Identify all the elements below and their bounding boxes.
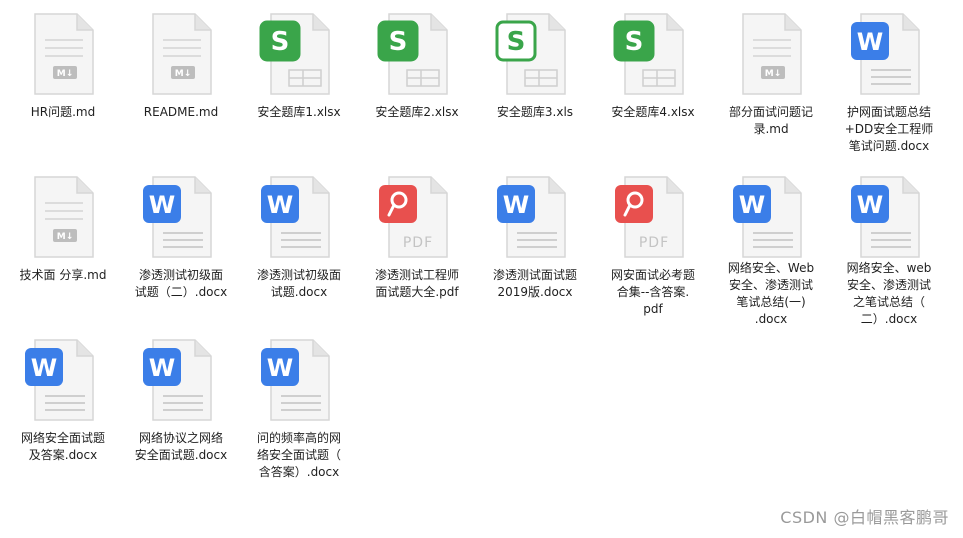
- file-item[interactable]: M↓ HR问题.md: [4, 0, 122, 165]
- file-item[interactable]: W 网络安全、web 安全、渗透测试 之笔试总结（ 二）.docx: [830, 163, 948, 328]
- spreadsheet-file-icon: S: [495, 10, 575, 98]
- svg-text:PDF: PDF: [403, 235, 433, 251]
- svg-text:W: W: [739, 191, 765, 219]
- file-item[interactable]: S 安全题库2.xlsx: [358, 0, 476, 165]
- file-name: 网安面试必考题 合集--含答案. pdf: [610, 268, 695, 316]
- file-item[interactable]: W 护网面试题总结 +DD安全工程师 笔试问题.docx: [830, 0, 948, 165]
- svg-text:S: S: [389, 27, 408, 57]
- file-item[interactable]: W 网络安全、Web 安全、渗透测试 笔试总结(一) .docx: [712, 163, 830, 328]
- file-name: 渗透测试面试题 2019版.docx: [492, 268, 577, 299]
- watermark: CSDN @白帽黑客鹏哥: [780, 508, 949, 527]
- word-file-icon: W: [141, 173, 221, 261]
- svg-text:M↓: M↓: [765, 69, 782, 79]
- file-name: 问的频率高的网 络安全面试题（ 含答案）.docx: [256, 431, 341, 479]
- file-name: 安全题库2.xlsx: [375, 105, 459, 119]
- file-item[interactable]: W 网络安全面试题 及答案.docx: [4, 326, 122, 491]
- file-grid: M↓ HR问题.md M↓ README.md S 安全题库1.xlsx S 安全题…: [0, 0, 963, 538]
- file-name: 网络安全、web 安全、渗透测试 之笔试总结（ 二）.docx: [846, 261, 932, 326]
- file-name: HR问题.md: [30, 105, 96, 119]
- svg-text:W: W: [857, 28, 883, 56]
- file-item[interactable]: W 问的频率高的网 络安全面试题（ 含答案）.docx: [240, 326, 358, 491]
- word-file-icon: W: [849, 173, 929, 258]
- svg-text:S: S: [507, 27, 526, 57]
- svg-text:M↓: M↓: [57, 69, 74, 79]
- svg-text:W: W: [267, 191, 293, 219]
- svg-text:W: W: [857, 191, 883, 219]
- svg-text:W: W: [267, 354, 293, 382]
- file-item[interactable]: S 安全题库1.xlsx: [240, 0, 358, 165]
- markdown-file-icon: M↓: [141, 10, 221, 98]
- file-item[interactable]: M↓ 技术面 分享.md: [4, 163, 122, 328]
- file-item[interactable]: W 渗透测试面试题 2019版.docx: [476, 163, 594, 328]
- file-name: 渗透测试初级面 试题（二）.docx: [134, 268, 228, 299]
- file-name: 部分面试问题记 录.md: [728, 105, 813, 136]
- svg-text:M↓: M↓: [175, 69, 192, 79]
- file-name: 技术面 分享.md: [19, 268, 107, 282]
- file-item[interactable]: W 网络协议之网络 安全面试题.docx: [122, 326, 240, 491]
- svg-text:W: W: [503, 191, 529, 219]
- word-file-icon: W: [495, 173, 575, 261]
- svg-text:M↓: M↓: [57, 232, 74, 242]
- spreadsheet-file-icon: S: [613, 10, 693, 98]
- file-item[interactable]: PDF 渗透测试工程师 面试题大全.pdf: [358, 163, 476, 328]
- word-file-icon: W: [23, 336, 103, 424]
- file-name: 安全题库3.xls: [496, 105, 574, 119]
- word-file-icon: W: [259, 173, 339, 261]
- markdown-file-icon: M↓: [23, 173, 103, 261]
- file-item[interactable]: PDF 网安面试必考题 合集--含答案. pdf: [594, 163, 712, 328]
- file-name: 安全题库4.xlsx: [611, 105, 695, 119]
- pdf-file-icon: PDF: [613, 173, 693, 261]
- file-item[interactable]: S 安全题库3.xls: [476, 0, 594, 165]
- file-item[interactable]: M↓ 部分面试问题记 录.md: [712, 0, 830, 165]
- word-file-icon: W: [141, 336, 221, 424]
- svg-text:W: W: [149, 191, 175, 219]
- spreadsheet-file-icon: S: [259, 10, 339, 98]
- svg-text:S: S: [625, 27, 644, 57]
- file-item[interactable]: W 渗透测试初级面 试题（二）.docx: [122, 163, 240, 328]
- file-item[interactable]: S 安全题库4.xlsx: [594, 0, 712, 165]
- svg-text:W: W: [31, 354, 57, 382]
- markdown-file-icon: M↓: [731, 10, 811, 98]
- file-name: 网络安全面试题 及答案.docx: [20, 431, 105, 462]
- file-name: 网络安全、Web 安全、渗透测试 笔试总结(一) .docx: [727, 261, 815, 326]
- pdf-file-icon: PDF: [377, 173, 457, 261]
- svg-text:S: S: [271, 27, 290, 57]
- file-name: 安全题库1.xlsx: [257, 105, 341, 119]
- file-name: 渗透测试初级面 试题.docx: [256, 268, 341, 299]
- spreadsheet-file-icon: S: [377, 10, 457, 98]
- file-name: 渗透测试工程师 面试题大全.pdf: [374, 268, 459, 299]
- svg-text:W: W: [149, 354, 175, 382]
- word-file-icon: W: [259, 336, 339, 424]
- svg-text:PDF: PDF: [639, 235, 669, 251]
- file-name: 护网面试题总结 +DD安全工程师 笔试问题.docx: [844, 105, 934, 153]
- file-item[interactable]: W 渗透测试初级面 试题.docx: [240, 163, 358, 328]
- file-item[interactable]: M↓ README.md: [122, 0, 240, 165]
- file-name: 网络协议之网络 安全面试题.docx: [134, 431, 228, 462]
- file-name: README.md: [143, 105, 219, 119]
- word-file-icon: W: [731, 173, 811, 258]
- word-file-icon: W: [849, 10, 929, 98]
- markdown-file-icon: M↓: [23, 10, 103, 98]
